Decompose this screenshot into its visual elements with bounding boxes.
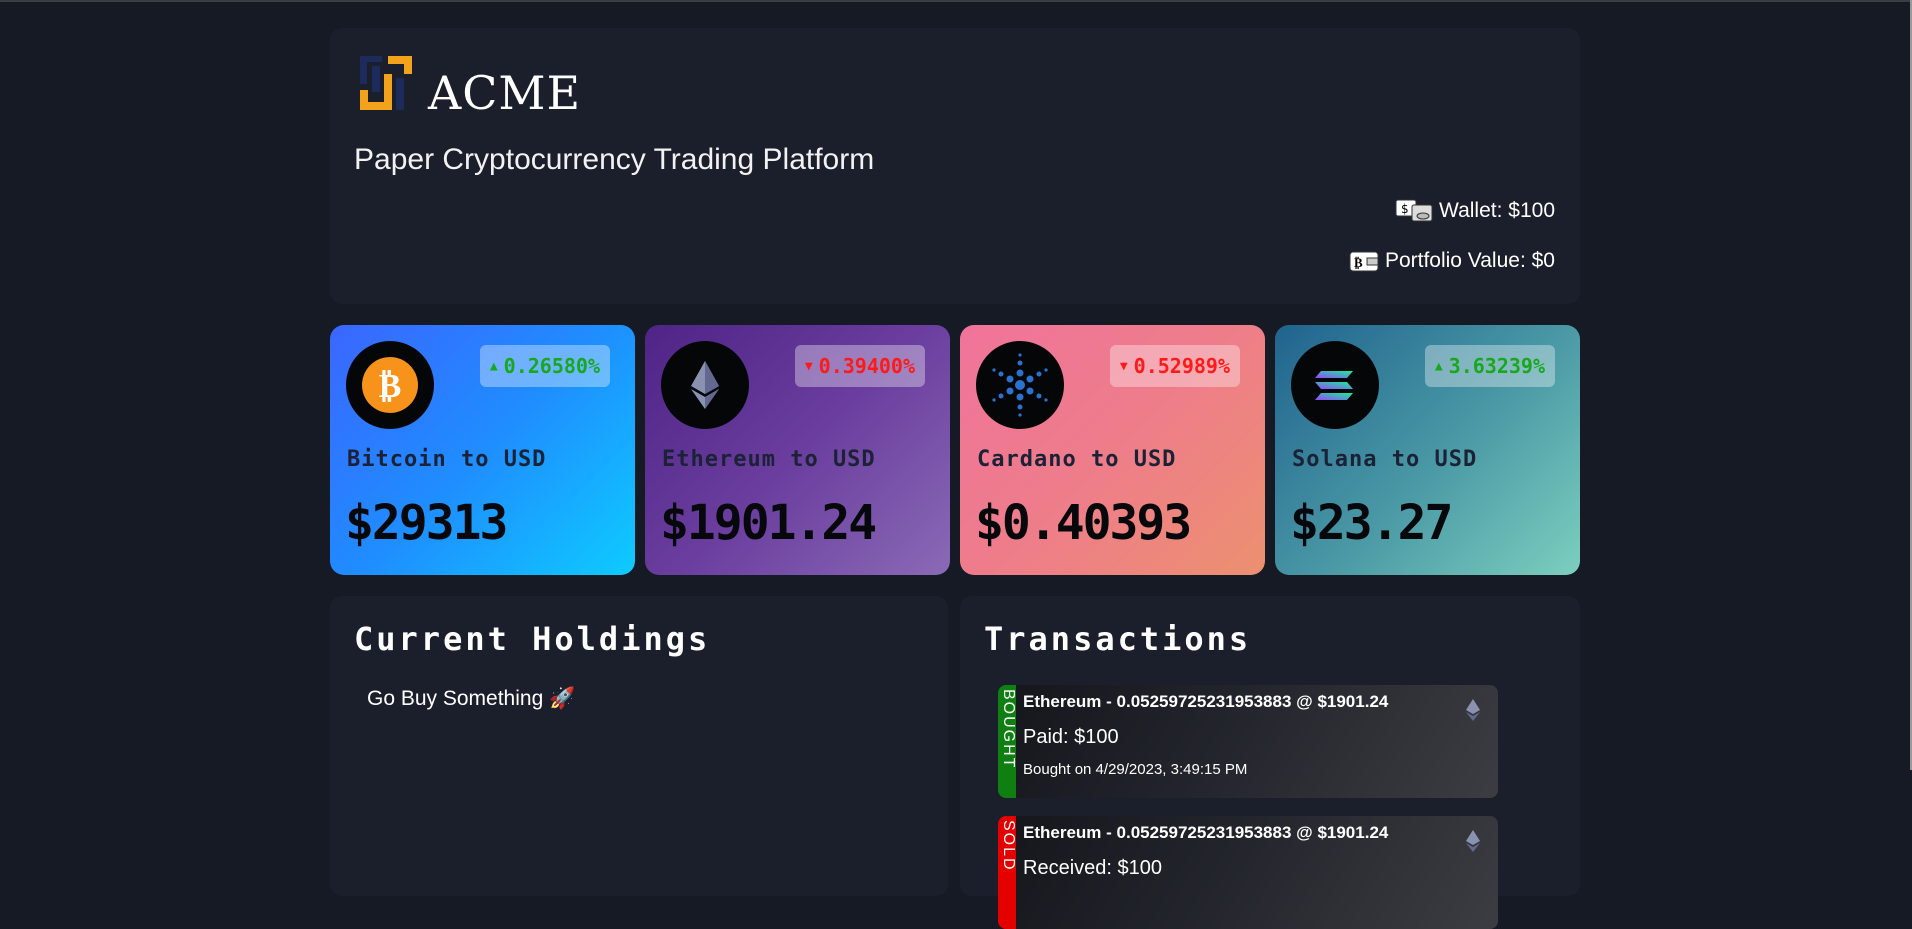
coin-price: $1901.24 <box>660 495 877 551</box>
coin-name: Ethereum to USD <box>662 447 876 472</box>
brand-name: ACME <box>428 66 582 120</box>
coin-name: Solana to USD <box>1292 447 1478 472</box>
price-change-badge: ▲ 3.63239% <box>1424 345 1555 387</box>
transactions-title: Transactions <box>984 620 1252 658</box>
holdings-title: Current Holdings <box>354 620 711 658</box>
transaction-summary: Ethereum - 0.05259725231953883 @ $1901.2… <box>1023 692 1389 711</box>
ethereum-icon <box>661 341 749 429</box>
header-panel: ACME Paper Cryptocurrency Trading Platfo… <box>330 28 1580 304</box>
transaction-type-label: SOLD <box>1000 820 1017 872</box>
wallet-label: Wallet: $100 <box>1439 199 1555 222</box>
svg-text:$: $ <box>1401 202 1409 216</box>
up-arrow-icon: ▲ <box>489 358 498 374</box>
solana-icon <box>1291 341 1379 429</box>
portfolio-value: ₿ Portfolio Value: $0 <box>1349 249 1555 273</box>
cardano-icon <box>976 341 1064 429</box>
window-top-border <box>0 0 1912 2</box>
up-arrow-icon: ▲ <box>1434 358 1443 374</box>
coin-price: $29313 <box>345 495 508 551</box>
transaction-item[interactable]: BOUGHT Ethereum - 0.05259725231953883 @ … <box>998 685 1498 798</box>
wallet-balance: $ Wallet: $100 <box>1395 199 1555 223</box>
coin-name: Bitcoin to USD <box>347 447 547 472</box>
coin-name: Cardano to USD <box>977 447 1177 472</box>
price-change-badge: ▼ 0.39400% <box>794 345 925 387</box>
page-subtitle: Paper Cryptocurrency Trading Platform <box>354 143 875 176</box>
price-change-badge: ▲ 0.26580% <box>479 345 610 387</box>
coin-card-solana[interactable]: ▲ 3.63239% Solana to USD $23.27 <box>1275 325 1580 575</box>
ethereum-icon <box>1466 699 1480 721</box>
transaction-type-label: BOUGHT <box>1000 689 1017 770</box>
price-change-value: 0.52989% <box>1133 354 1230 378</box>
price-change-value: 3.63239% <box>1448 354 1545 378</box>
transaction-amount: Paid: $100 <box>1023 726 1119 748</box>
price-change-badge: ▼ 0.52989% <box>1109 345 1240 387</box>
transaction-date: Bought on 4/29/2023, 3:49:15 PM <box>1023 761 1248 778</box>
coin-price: $23.27 <box>1290 495 1453 551</box>
acme-logo-icon <box>360 56 412 110</box>
coin-card-ethereum[interactable]: ▼ 0.39400% Ethereum to USD $1901.24 <box>645 325 950 575</box>
current-holdings-panel: Current Holdings Go Buy Something 🚀 <box>330 596 948 896</box>
portfolio-label: Portfolio Value: $0 <box>1384 249 1555 272</box>
coin-card-bitcoin[interactable]: ₿ ▲ 0.26580% Bitcoin to USD $29313 <box>330 325 635 575</box>
down-arrow-icon: ▼ <box>804 358 813 374</box>
ethereum-icon <box>1466 830 1480 852</box>
holdings-empty-message: Go Buy Something 🚀 <box>367 687 576 710</box>
price-change-value: 0.39400% <box>818 354 915 378</box>
svg-text:₿: ₿ <box>379 366 402 406</box>
transactions-panel: Transactions BOUGHT Ethereum - 0.0525972… <box>960 596 1580 929</box>
coin-card-cardano[interactable]: ▼ 0.52989% Cardano to USD $0.40393 <box>960 325 1265 575</box>
transaction-type-badge: BOUGHT <box>998 685 1017 798</box>
transaction-item[interactable]: SOLD Ethereum - 0.05259725231953883 @ $1… <box>998 816 1498 929</box>
wallet-icon: ₿ <box>1349 251 1379 272</box>
bitcoin-icon: ₿ <box>346 341 434 429</box>
transaction-type-badge: SOLD <box>998 816 1017 929</box>
price-change-value: 0.26580% <box>503 354 600 378</box>
coin-price: $0.40393 <box>975 495 1192 551</box>
cash-icon: $ <box>1395 199 1433 222</box>
down-arrow-icon: ▼ <box>1119 358 1128 374</box>
transaction-summary: Ethereum - 0.05259725231953883 @ $1901.2… <box>1023 823 1389 842</box>
svg-text:₿: ₿ <box>1354 256 1363 271</box>
transaction-amount: Received: $100 <box>1023 857 1162 879</box>
